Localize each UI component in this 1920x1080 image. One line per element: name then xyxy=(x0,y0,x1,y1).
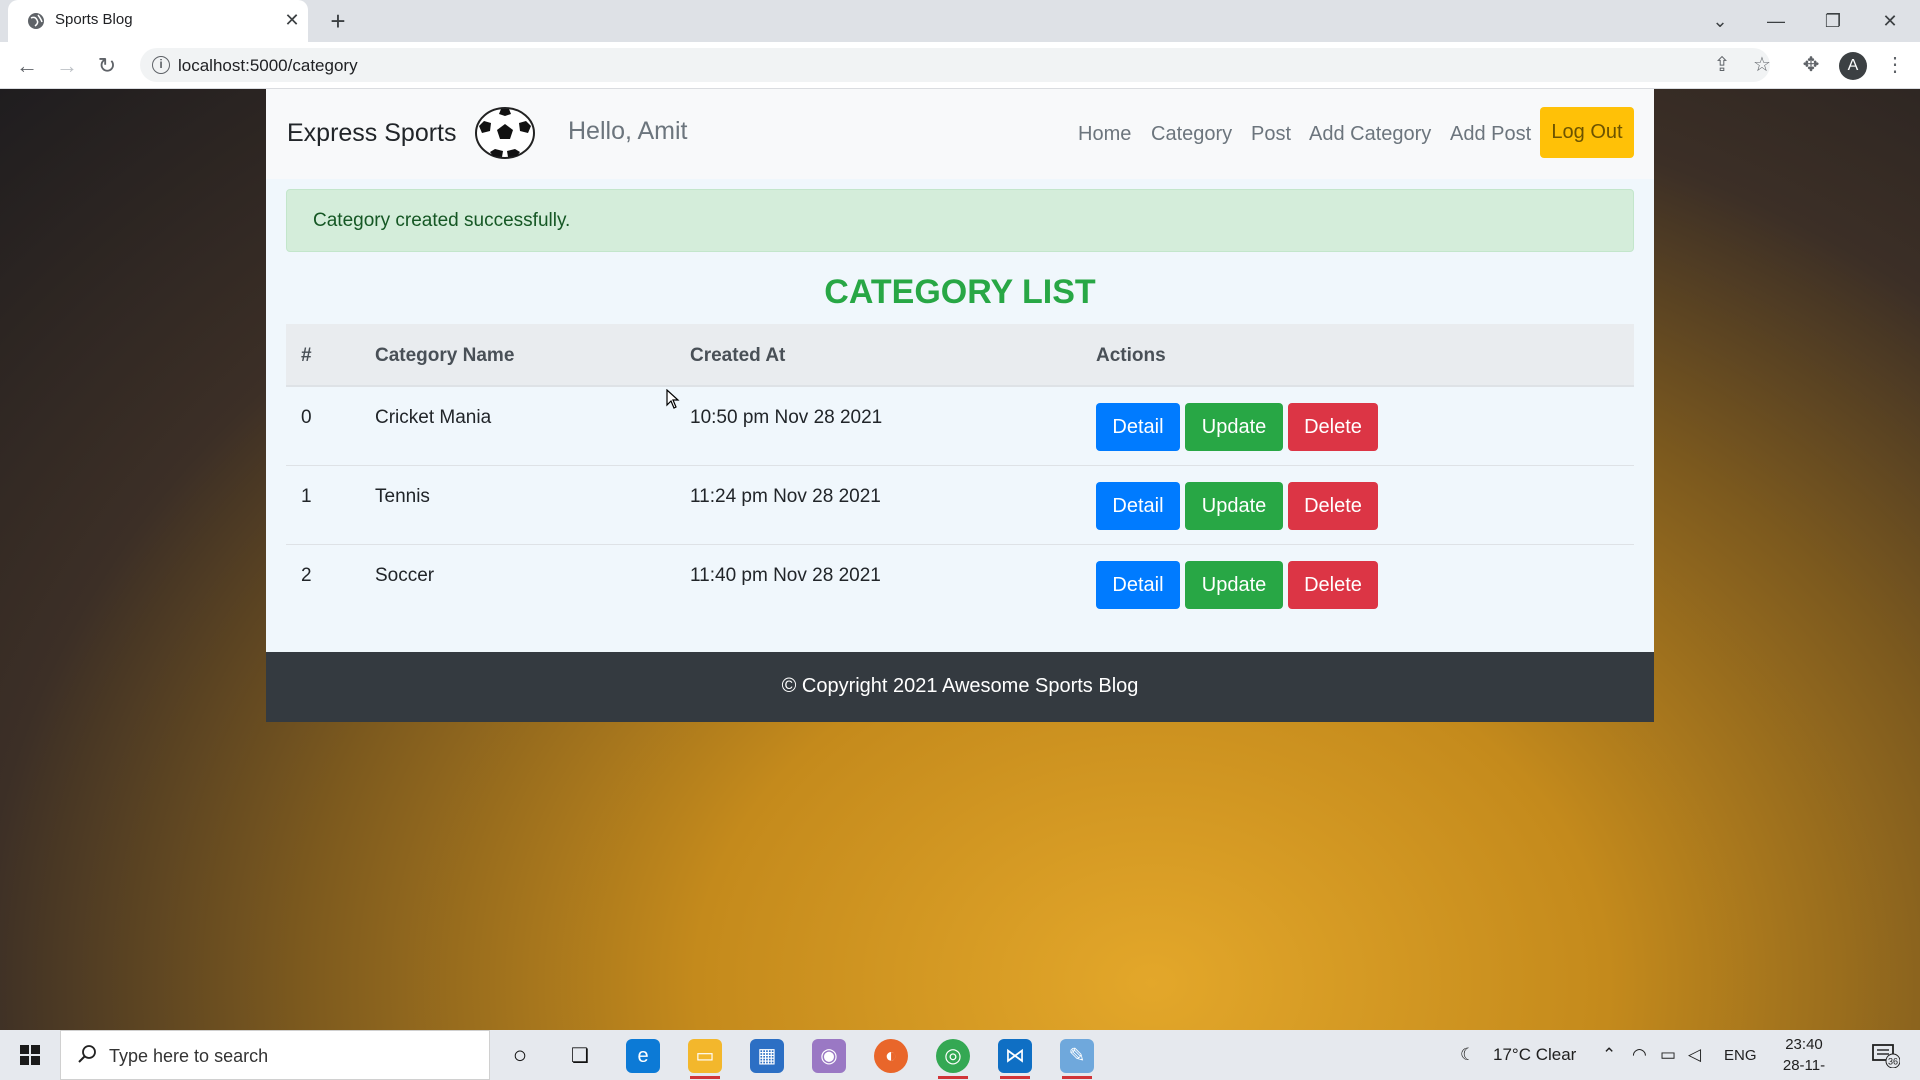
cortana-icon[interactable]: ○ xyxy=(503,1039,537,1073)
table-header: # Category Name Created At Actions xyxy=(286,324,1634,387)
vscode-icon[interactable]: ⋈ xyxy=(998,1039,1032,1073)
nav-link-home[interactable]: Home xyxy=(1078,123,1131,146)
clock-date: 28-11-2021 xyxy=(1782,1057,1826,1080)
task-view-icon[interactable]: ❏ xyxy=(563,1039,597,1073)
windows-taskbar: Type here to search ○ ❏ e ▭ ▦ ◉ ◐ ◎ ⋈ ✎ … xyxy=(0,1030,1920,1080)
firefox-icon[interactable]: ◐ xyxy=(874,1039,908,1073)
alert-message: Category created successfully. xyxy=(313,210,571,231)
input-language[interactable]: ENG xyxy=(1724,1047,1757,1064)
bookmark-star-icon[interactable]: ☆ xyxy=(1748,51,1776,79)
wifi-icon[interactable]: ◠ xyxy=(1632,1045,1647,1065)
page-container: Express Sports Hello, Amit Home Category… xyxy=(266,89,1654,722)
update-button[interactable]: Update xyxy=(1185,403,1283,451)
table-row: 2 Soccer 11:40 pm Nov 28 2021 Detail Upd… xyxy=(286,545,1634,624)
back-arrow-icon[interactable]: ← xyxy=(12,51,42,81)
system-clock[interactable]: 23:40 28-11-2021 xyxy=(1768,1034,1840,1080)
brand-link[interactable]: Express Sports xyxy=(287,119,457,148)
column-header-created: Created At xyxy=(690,345,786,366)
share-icon[interactable]: ⇪ xyxy=(1708,51,1736,79)
active-app-indicator xyxy=(938,1076,968,1079)
edge-browser-icon[interactable]: e xyxy=(626,1039,660,1073)
row-category-name: Soccer xyxy=(375,565,435,586)
detail-button[interactable]: Detail xyxy=(1096,482,1180,530)
volume-icon[interactable]: ◁ xyxy=(1688,1045,1701,1065)
address-bar[interactable]: i localhost:5000/category xyxy=(140,48,1770,82)
column-header-index: # xyxy=(301,345,312,366)
mouse-pointer-icon xyxy=(666,389,680,409)
battery-icon[interactable]: ▭ xyxy=(1660,1045,1676,1065)
chrome-icon[interactable]: ◎ xyxy=(936,1039,970,1073)
search-icon xyxy=(78,1045,96,1063)
active-app-indicator xyxy=(1062,1076,1092,1079)
row-created-at: 10:50 pm Nov 28 2021 xyxy=(690,407,883,428)
nav-link-add-category[interactable]: Add Category xyxy=(1309,123,1431,146)
column-header-name: Category Name xyxy=(375,345,515,366)
column-header-actions: Actions xyxy=(1096,345,1166,366)
table-row: 1 Tennis 11:24 pm Nov 28 2021 Detail Upd… xyxy=(286,466,1634,545)
browser-tab[interactable]: Sports Blog ✕ xyxy=(8,0,308,42)
browser-tab-strip: Sports Blog ✕ + ⌄ — ❐ ✕ xyxy=(0,0,1920,42)
site-navbar: Express Sports Hello, Amit Home Category… xyxy=(266,89,1654,179)
restore-icon[interactable]: ❐ xyxy=(1813,6,1853,36)
weather-moon-icon[interactable]: ☾ xyxy=(1460,1045,1475,1065)
delete-button[interactable]: Delete xyxy=(1288,403,1378,451)
detail-button[interactable]: Detail xyxy=(1096,403,1180,451)
soccer-ball-icon xyxy=(475,107,535,159)
page-title: CATEGORY LIST xyxy=(824,273,1096,311)
browser-toolbar: ← → ↻ i localhost:5000/category ⇪ ☆ ✥ A … xyxy=(0,42,1920,89)
url-text[interactable]: localhost:5000/category xyxy=(178,56,358,76)
close-window-icon[interactable]: ✕ xyxy=(1870,6,1910,36)
globe-icon xyxy=(28,13,44,29)
site-info-icon[interactable]: i xyxy=(152,56,170,74)
microsoft-store-icon[interactable]: ▦ xyxy=(750,1039,784,1073)
weather-text[interactable]: 17°C Clear xyxy=(1493,1045,1576,1065)
table-row: 0 Cricket Mania 10:50 pm Nov 28 2021 Det… xyxy=(286,387,1634,466)
tab-search-chevron-icon[interactable]: ⌄ xyxy=(1700,6,1740,36)
row-created-at: 11:24 pm Nov 28 2021 xyxy=(690,486,881,507)
browser-menu-icon[interactable]: ⋮ xyxy=(1881,51,1909,79)
nav-link-add-post[interactable]: Add Post xyxy=(1450,123,1531,146)
logout-button[interactable]: Log Out xyxy=(1540,107,1634,158)
clock-time: 23:40 xyxy=(1785,1036,1823,1053)
forward-arrow-icon[interactable]: → xyxy=(52,51,82,81)
photos-app-icon[interactable]: ◉ xyxy=(812,1039,846,1073)
profile-avatar[interactable]: A xyxy=(1839,52,1867,80)
row-index: 1 xyxy=(301,486,312,507)
extensions-puzzle-icon[interactable]: ✥ xyxy=(1797,51,1825,79)
detail-button[interactable]: Detail xyxy=(1096,561,1180,609)
close-tab-icon[interactable]: ✕ xyxy=(281,9,303,31)
copyright-text: © Copyright 2021 Awesome Sports Blog xyxy=(781,675,1139,697)
taskbar-search-box[interactable]: Type here to search xyxy=(60,1030,490,1080)
row-category-name: Cricket Mania xyxy=(375,407,492,428)
active-app-indicator xyxy=(1000,1076,1030,1079)
site-footer: © Copyright 2021 Awesome Sports Blog xyxy=(266,652,1654,722)
row-index: 0 xyxy=(301,407,312,428)
delete-button[interactable]: Delete xyxy=(1288,561,1378,609)
update-button[interactable]: Update xyxy=(1185,482,1283,530)
page-viewport: Express Sports Hello, Amit Home Category… xyxy=(0,89,1920,1030)
windows-start-icon[interactable] xyxy=(10,1040,50,1070)
file-explorer-icon[interactable]: ▭ xyxy=(688,1039,722,1073)
minimize-icon[interactable]: — xyxy=(1756,6,1796,36)
success-alert: Category created successfully. xyxy=(286,189,1634,252)
nav-link-post[interactable]: Post xyxy=(1251,123,1291,146)
reload-icon[interactable]: ↻ xyxy=(92,51,122,81)
nav-link-category[interactable]: Category xyxy=(1151,123,1232,146)
row-category-name: Tennis xyxy=(375,486,430,507)
notification-center-icon[interactable]: 36 xyxy=(1870,1042,1900,1068)
update-button[interactable]: Update xyxy=(1185,561,1283,609)
delete-button[interactable]: Delete xyxy=(1288,482,1378,530)
row-created-at: 11:40 pm Nov 28 2021 xyxy=(690,565,881,586)
notepad-app-icon[interactable]: ✎ xyxy=(1060,1039,1094,1073)
notification-count: 36 xyxy=(1888,1057,1898,1067)
search-placeholder: Type here to search xyxy=(109,1046,269,1066)
show-hidden-icons-chevron[interactable]: ⌃ xyxy=(1602,1045,1616,1065)
active-app-indicator xyxy=(690,1076,720,1079)
row-index: 2 xyxy=(301,565,312,586)
new-tab-icon[interactable]: + xyxy=(324,7,352,35)
user-greeting: Hello, Amit xyxy=(568,117,688,145)
tab-title: Sports Blog xyxy=(55,11,133,28)
